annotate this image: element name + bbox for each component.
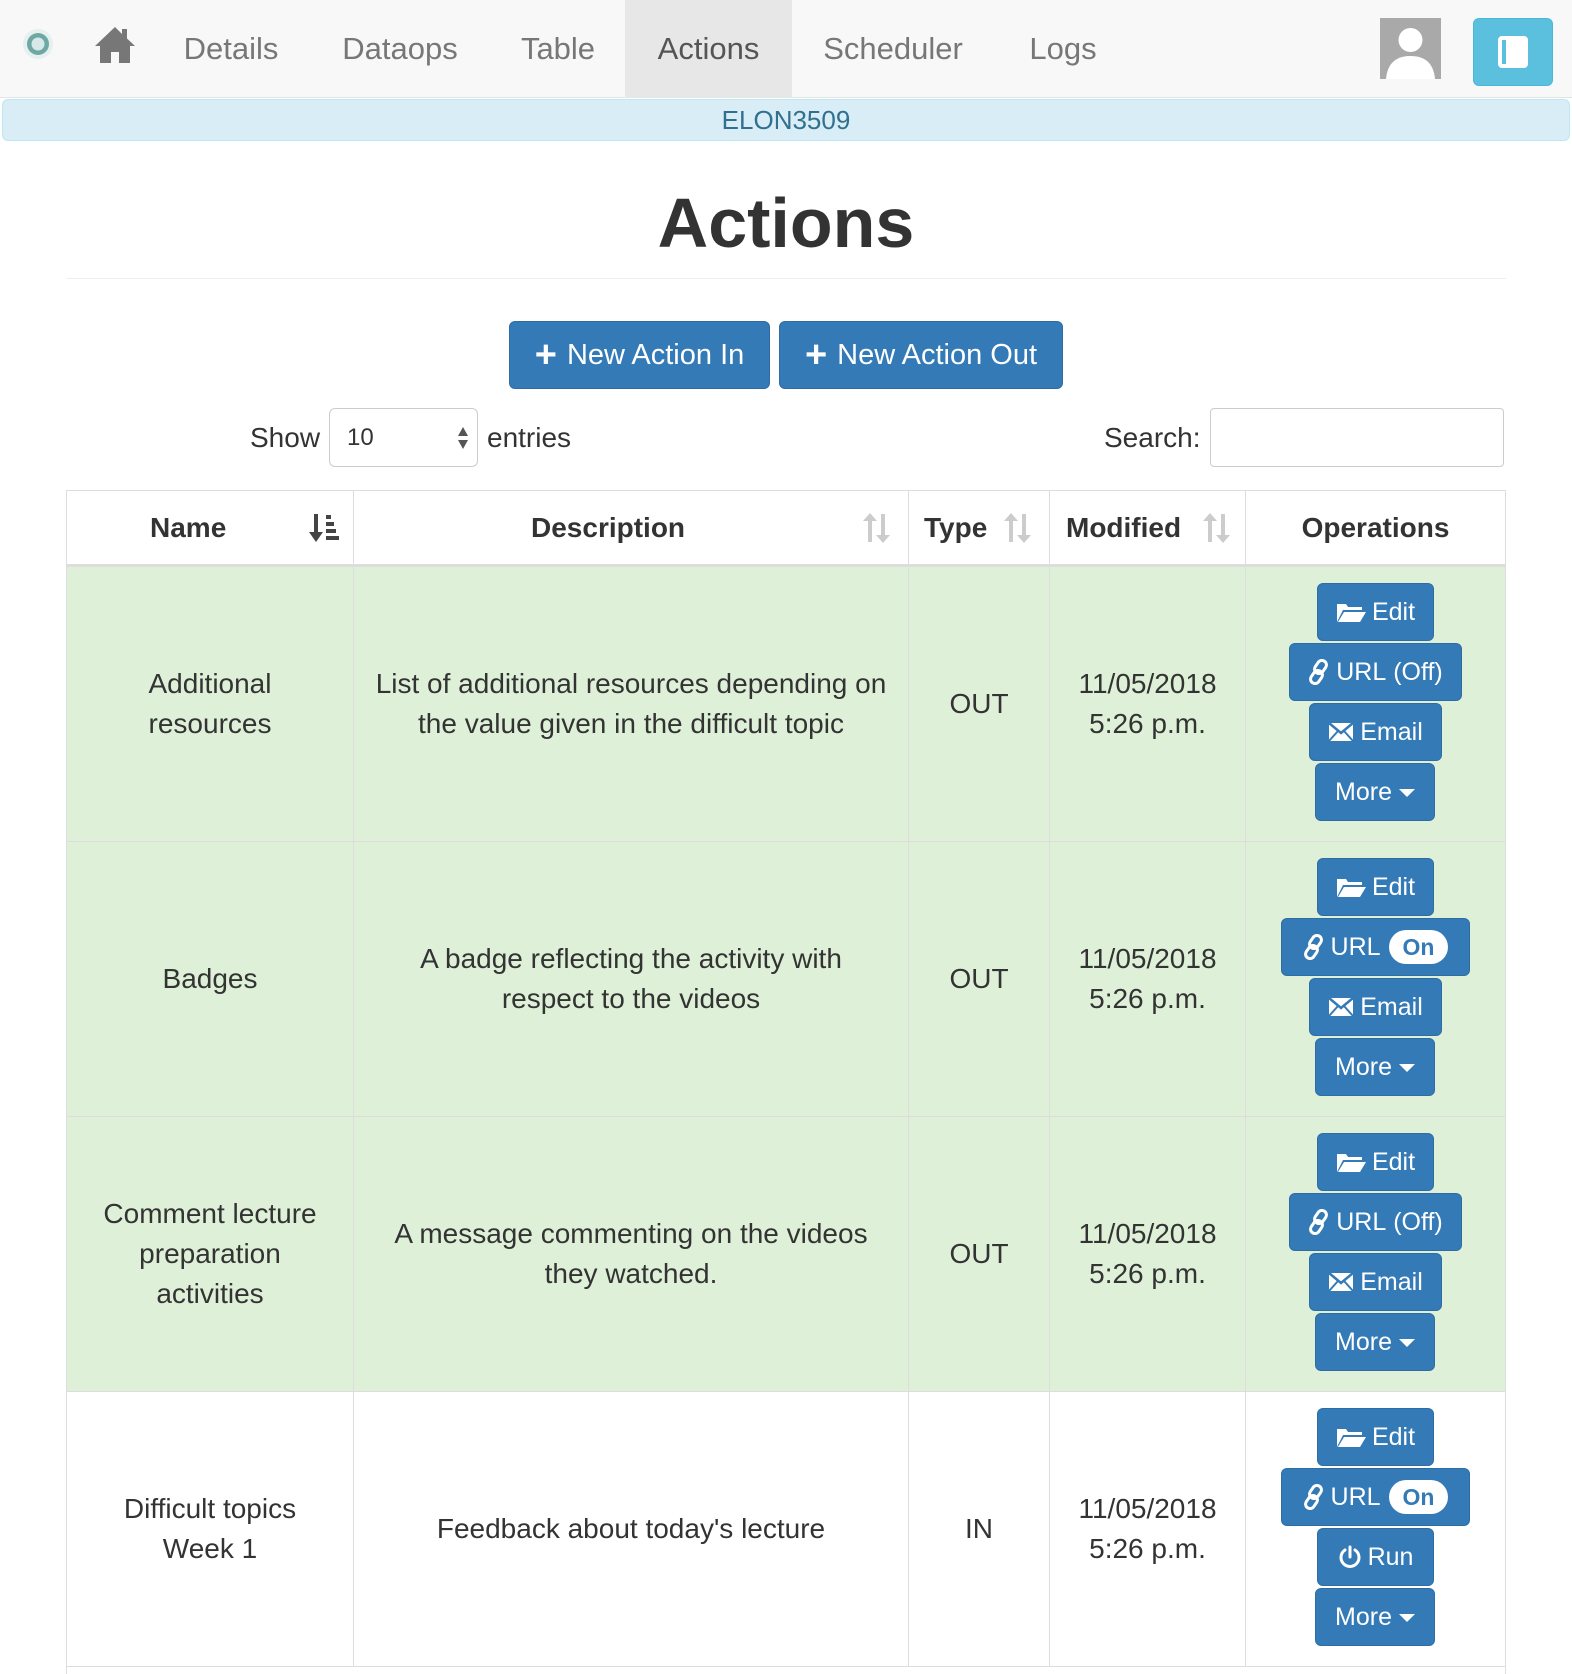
edit-button[interactable]: Edit (1317, 1133, 1434, 1191)
entries-label: entries (487, 422, 572, 453)
column-header-type[interactable]: Type (909, 491, 1050, 564)
more-dropdown-button[interactable]: More (1315, 763, 1435, 821)
url-state: (Off) (1393, 1208, 1443, 1236)
nav-details[interactable]: Details (160, 0, 302, 98)
plus-icon: + (804, 334, 828, 376)
more-dropdown-button[interactable]: More (1315, 1588, 1435, 1646)
url-state: (Off) (1393, 658, 1443, 686)
page-title: Actions (657, 184, 915, 262)
cell-description: A badge reflecting the activity with res… (354, 842, 909, 1116)
url-toggle-button[interactable]: URL On (1281, 918, 1470, 976)
title-divider (66, 278, 1506, 279)
column-header-operations: Operations (1301, 512, 1450, 543)
caret-down-icon (1398, 789, 1415, 797)
link-icon (1309, 659, 1329, 685)
folder-open-icon (1336, 1429, 1366, 1447)
cell-modified: 11/05/2018 5:26 p.m. (1050, 1117, 1246, 1391)
table-row: Comment lecture preparation activities A… (67, 1117, 1505, 1392)
caret-down-icon (1398, 1064, 1415, 1072)
sort-asc-icon (309, 514, 339, 542)
url-toggle-button[interactable]: URL (Off) (1289, 643, 1462, 701)
cell-type: IN (909, 1392, 1050, 1666)
table-header: Name Description Type Modified Operation… (67, 491, 1505, 567)
edit-button[interactable]: Edit (1317, 1408, 1434, 1466)
cell-description: Feedback about today's lecture (354, 1392, 909, 1666)
logo-icon[interactable] (22, 28, 54, 60)
plus-icon: + (534, 334, 557, 376)
envelope-icon (1328, 722, 1355, 742)
entries-select-value: 10 (347, 424, 374, 451)
workflow-name-bar: ELON3509 (2, 99, 1570, 141)
nav-logs[interactable]: Logs (1010, 0, 1116, 98)
more-dropdown-button[interactable]: More (1315, 1313, 1435, 1371)
email-button[interactable]: Email (1309, 1253, 1442, 1311)
book-icon (1498, 36, 1528, 68)
home-icon[interactable] (94, 25, 136, 65)
nav-dataops[interactable]: Dataops (320, 0, 480, 98)
new-action-in-button[interactable]: + New Action In (509, 321, 770, 389)
caret-down-icon (1398, 1339, 1415, 1347)
caret-down-icon (1398, 1614, 1415, 1622)
url-toggle-button[interactable]: URL On (1281, 1468, 1470, 1526)
cell-operations: Edit URL (Off) Email More (1246, 567, 1505, 841)
cell-name: Difficult topics Week 1 (67, 1392, 354, 1666)
url-state-badge: On (1388, 930, 1449, 964)
cell-description: List of additional resources depending o… (354, 567, 909, 841)
email-button[interactable]: Email (1309, 703, 1442, 761)
nav-table[interactable]: Table (500, 0, 616, 98)
edit-button[interactable]: Edit (1317, 858, 1434, 916)
cell-modified: 11/05/2018 5:26 p.m. (1050, 842, 1246, 1116)
cell-type: OUT (909, 567, 1050, 841)
search-input[interactable] (1210, 408, 1504, 467)
column-header-name[interactable]: Name (67, 491, 354, 564)
actions-table: Name Description Type Modified Operation… (66, 490, 1506, 1674)
url-state-badge: On (1388, 1480, 1449, 1514)
select-arrows-icon (458, 427, 468, 449)
cell-name: Comment lecture preparation activities (67, 1117, 354, 1391)
new-action-out-button[interactable]: + New Action Out (779, 321, 1063, 389)
link-icon (1303, 934, 1323, 960)
show-label: Show (250, 422, 321, 453)
link-icon (1303, 1484, 1323, 1510)
table-row: Difficult topics Week 1 Feedback about t… (67, 1392, 1505, 1667)
cell-type: OUT (909, 1117, 1050, 1391)
run-button[interactable]: Run (1317, 1528, 1434, 1586)
edit-button[interactable]: Edit (1317, 583, 1434, 641)
navbar: Details Dataops Table Actions Scheduler … (0, 0, 1572, 98)
cell-modified: 11/05/2018 5:26 p.m. (1050, 1392, 1246, 1666)
book-button[interactable] (1473, 18, 1553, 86)
cell-modified: 11/05/2018 5:26 p.m. (1050, 567, 1246, 841)
power-icon (1339, 1545, 1361, 1568)
cell-operations: Edit URL (Off) Email More (1246, 1117, 1505, 1391)
folder-open-icon (1336, 1154, 1366, 1172)
nav-scheduler[interactable]: Scheduler (808, 0, 978, 98)
cell-description: A message commenting on the videos they … (354, 1117, 909, 1391)
cell-operations: Edit URL On Run More (1246, 1392, 1505, 1666)
sort-icon (863, 513, 890, 543)
more-dropdown-button[interactable]: More (1315, 1038, 1435, 1096)
avatar-icon[interactable] (1380, 18, 1441, 79)
cell-operations: Edit URL On Email More (1246, 842, 1505, 1116)
cell-type: OUT (909, 842, 1050, 1116)
table-row: Badges A badge reflecting the activity w… (67, 842, 1505, 1117)
folder-open-icon (1336, 604, 1366, 622)
cell-name: Badges (67, 842, 354, 1116)
url-toggle-button[interactable]: URL (Off) (1289, 1193, 1462, 1251)
link-icon (1309, 1209, 1329, 1235)
table-row: Additional resources List of additional … (67, 567, 1505, 842)
envelope-icon (1328, 997, 1355, 1017)
entries-select[interactable]: 10 (329, 408, 478, 467)
column-header-modified[interactable]: Modified (1050, 491, 1246, 564)
workflow-name: ELON3509 (721, 105, 851, 135)
nav-actions[interactable]: Actions (625, 0, 792, 98)
envelope-icon (1328, 1272, 1355, 1292)
search-label: Search: (1104, 422, 1201, 453)
email-button[interactable]: Email (1309, 978, 1442, 1036)
column-header-description[interactable]: Description (354, 491, 909, 564)
folder-open-icon (1336, 879, 1366, 897)
sort-icon (1203, 513, 1230, 543)
sort-icon (1004, 513, 1031, 543)
cell-name: Additional resources (67, 567, 354, 841)
